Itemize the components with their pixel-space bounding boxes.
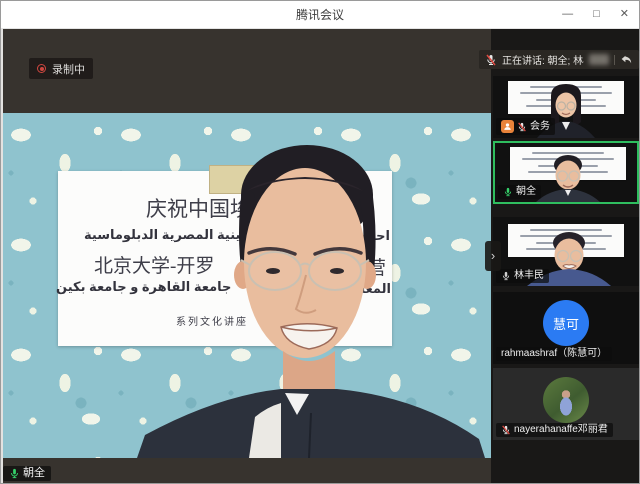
maximize-button[interactable]: □ [591,9,602,20]
slide-line4-ar-left: جامعة القاهرة و جامعة بكين [56,279,231,295]
mic-on-icon [501,271,511,281]
recording-label: 录制中 [52,61,85,77]
window-controls: — □ ✕ [560,1,631,28]
participant-name-badge: nayerahanaffe邓丽君 [496,423,613,437]
participant-name: 会务 [530,122,550,132]
participant-tile-rahmaashraf[interactable]: 慧可 rahmaashraf（陈慧可） [493,292,639,364]
mini-slide [508,81,624,114]
mic-on-icon [9,468,20,479]
mini-slide [508,224,624,257]
window-title: 腾讯会议 [296,6,344,23]
participant-tile-huiwu[interactable]: 会务 [493,76,639,138]
banner-back-button[interactable] [620,53,633,66]
participant-tile-linfengmin[interactable]: 林丰民 [493,217,639,286]
speaking-label: 正在讲话: 朝全; 林丰民 [502,52,584,67]
hand-raised-icon [501,120,514,133]
participant-name-badge: rahmaashraf（陈慧可） [496,347,612,361]
recording-badge: 录制中 [29,58,93,79]
participant-name-badge: 会务 [496,118,555,135]
redaction-blur [589,54,609,65]
slide-subtitle-ar-right: احتفالا [347,228,390,244]
minimize-button[interactable]: — [560,9,575,20]
banner-divider [614,55,615,65]
speaker-name: 朝全 [23,468,45,479]
speaker-video-feed: 庆祝中国埃 الصينية المصرية الدبلوماسية احتفال… [3,113,491,458]
mic-muted-icon [517,122,527,132]
participant-name: rahmaashraf（陈慧可） [501,349,607,359]
slide-line3-cn-left: 北京大学-开罗 [94,251,214,278]
avatar-text: 慧可 [553,314,579,333]
participant-tile-nayera[interactable]: nayerahanaffe邓丽君 [493,368,639,440]
participant-name: nayerahanaffe邓丽君 [514,425,608,435]
participant-name-badge: 朝全 [498,185,541,199]
mini-slide [510,147,626,180]
window-edge-highlight [1,29,3,483]
record-icon [37,64,46,73]
speaking-banner: 正在讲话: 朝全; 林丰民 [479,50,639,69]
meeting-content: 录制中 庆祝中国埃 الصينية المصرية الدبلوماسية اح… [1,29,639,483]
titlebar[interactable]: 腾讯会议 — □ ✕ [1,1,639,29]
main-video-stage[interactable]: 录制中 庆祝中国埃 الصينية المصرية الدبلوماسية اح… [1,29,491,484]
slide-line3-cn-right: 营 [367,253,386,280]
participant-tile-chaoquan[interactable]: 朝全 [493,141,639,204]
participant-name: 林丰民 [514,271,544,281]
avatar-photo [543,377,589,423]
reply-arrow-icon [620,53,633,66]
slide-subtitle-ar-left: الصينية المصرية الدبلوماسية [84,227,263,243]
slide-sticky-note [209,165,289,194]
slide-footer-cn: 系列文化讲座 [176,313,248,328]
mic-muted-icon [485,54,497,66]
participant-sidebar: 会务 朝全 [491,29,640,484]
participant-name: 朝全 [516,187,536,197]
mic-on-icon [503,187,513,197]
app-window: 腾讯会议 — □ ✕ 录制中 庆祝中国埃 الصينية المصرية الد… [0,0,640,484]
mic-muted-icon [501,425,511,435]
presentation-slide: 庆祝中国埃 الصينية المصرية الدبلوماسية احتفال… [58,171,392,346]
sidebar-collapse-handle[interactable]: › [485,241,501,271]
slide-title-cn: 庆祝中国埃 [146,193,251,223]
close-button[interactable]: ✕ [618,9,631,20]
speaker-name-badge: 朝全 [3,466,51,481]
avatar-initials: 慧可 [543,300,589,346]
slide-line4-ar-right: المعسكر ال [317,281,391,297]
participant-name-badge: 林丰民 [496,269,549,283]
